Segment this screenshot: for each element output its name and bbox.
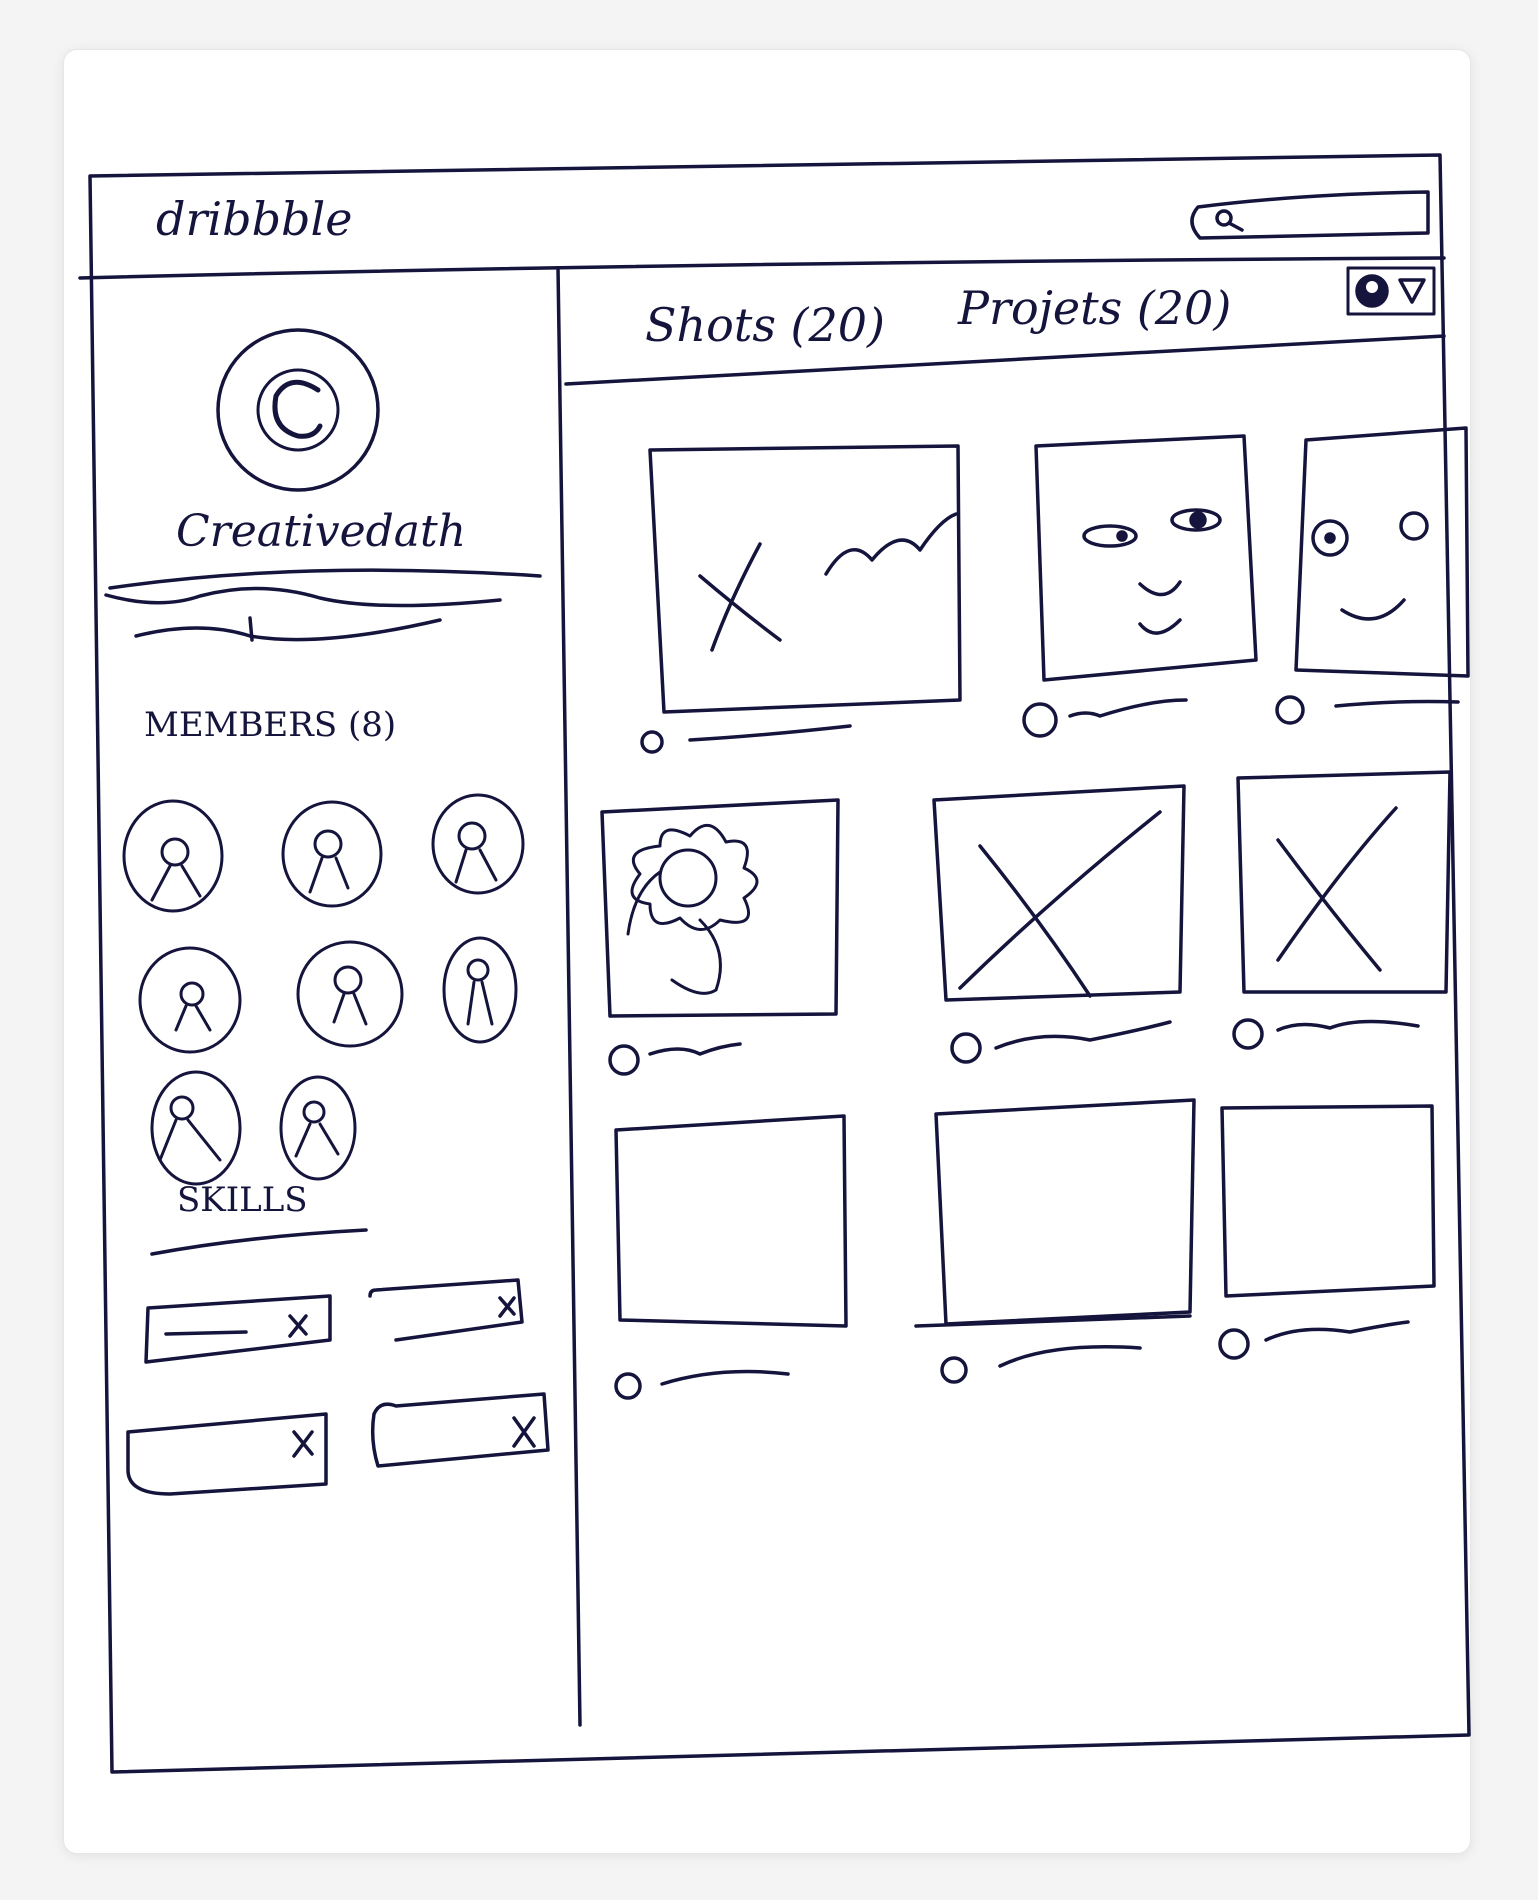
shot-card xyxy=(1218,1104,1436,1360)
wireframe-sketch xyxy=(78,153,1471,1774)
shot-title-scribble xyxy=(1334,699,1460,708)
shot-title-scribble xyxy=(688,724,852,742)
placeholder-x-scribble xyxy=(698,512,958,652)
skill-tag xyxy=(370,1392,550,1468)
flower-sketch xyxy=(626,824,759,995)
face-sketch xyxy=(1311,511,1429,621)
header-divider xyxy=(78,256,1446,280)
browser-frame xyxy=(88,153,1471,1774)
like-icon xyxy=(1275,695,1305,725)
member-avatar xyxy=(281,800,383,908)
member-avatar xyxy=(122,799,224,913)
account-menu-button[interactable] xyxy=(1348,268,1434,314)
like-icon xyxy=(1218,1328,1250,1360)
shot-card xyxy=(600,798,840,1076)
member-avatar xyxy=(150,1070,242,1186)
shot-card xyxy=(932,784,1186,1064)
skill-tags xyxy=(126,1278,550,1496)
skills-underline xyxy=(150,1228,368,1256)
shot-card xyxy=(614,1114,848,1400)
skill-tag xyxy=(144,1294,332,1364)
shot-card xyxy=(1022,434,1258,738)
sidebar-divider xyxy=(556,266,582,1727)
like-icon xyxy=(950,1032,982,1064)
like-icon xyxy=(640,730,664,754)
like-icon xyxy=(614,1372,642,1400)
shot-grid xyxy=(600,426,1470,1400)
member-avatar xyxy=(296,940,404,1048)
profile-avatar xyxy=(216,328,380,492)
member-avatar xyxy=(279,1075,357,1181)
shot-card xyxy=(1275,426,1470,725)
shot-card xyxy=(1232,770,1452,1050)
skill-tag xyxy=(368,1278,524,1342)
close-icon xyxy=(512,1416,536,1448)
members-heading: MEMBERS (8) xyxy=(144,705,397,745)
shot-title-scribble xyxy=(660,1369,790,1386)
member-avatar xyxy=(442,936,518,1044)
bio-scribble xyxy=(104,586,502,608)
member-avatar xyxy=(431,793,525,895)
face-sketch xyxy=(1082,508,1222,635)
shot-card xyxy=(914,1098,1196,1384)
skills-heading: SKILLS xyxy=(177,1180,308,1220)
tab-projects[interactable]: Projets (20) xyxy=(958,285,1231,331)
skill-tag xyxy=(126,1412,328,1496)
like-icon xyxy=(1022,702,1058,738)
dribbble-logo[interactable]: dribbble xyxy=(156,196,352,242)
shot-title-scribble xyxy=(998,1345,1142,1368)
like-icon xyxy=(1232,1018,1264,1050)
shot-title-scribble xyxy=(1276,1019,1420,1032)
close-icon xyxy=(292,1430,314,1458)
member-avatar xyxy=(138,946,242,1054)
close-icon xyxy=(288,1314,308,1338)
placeholder-x xyxy=(958,810,1162,998)
like-icon xyxy=(940,1356,968,1384)
tab-shots[interactable]: Shots (20) xyxy=(645,302,885,348)
location-scribble xyxy=(134,616,442,642)
like-icon xyxy=(608,1044,640,1076)
shot-title-scribble xyxy=(994,1020,1172,1050)
shot-title-scribble xyxy=(648,1042,742,1056)
placeholder-x xyxy=(1276,806,1398,972)
shot-title-scribble xyxy=(1264,1320,1410,1342)
shot-card xyxy=(640,444,962,754)
profile-username: Creativedath xyxy=(176,506,467,557)
profile-divider xyxy=(108,568,542,590)
search-input[interactable] xyxy=(1190,190,1430,240)
member-avatars xyxy=(122,793,525,1186)
close-icon xyxy=(498,1296,516,1318)
shot-title-scribble xyxy=(1068,698,1188,718)
